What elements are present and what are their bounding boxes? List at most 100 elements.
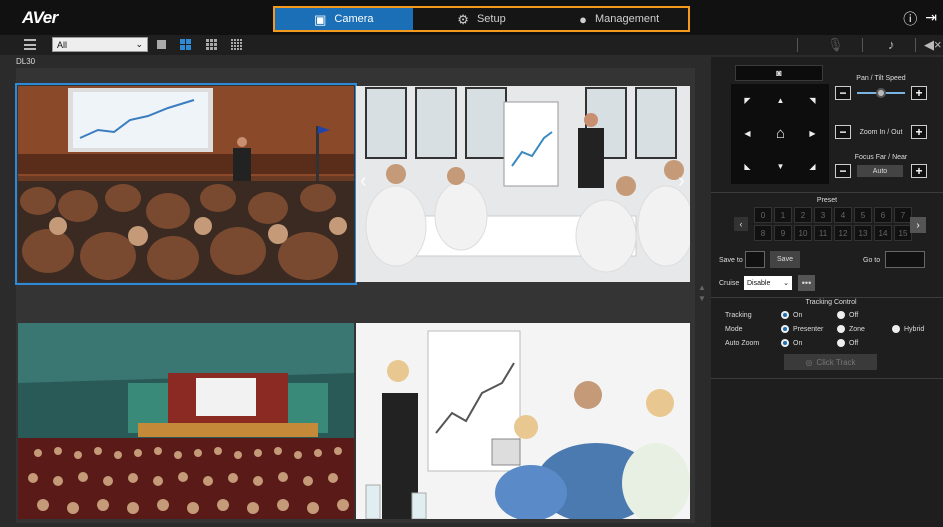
preset-prev-button[interactable]: ‹	[734, 217, 748, 231]
layout-1x1-icon[interactable]	[157, 40, 166, 49]
click-track-label: Click Track	[816, 357, 856, 367]
preset-button[interactable]: 4	[834, 207, 852, 223]
target-icon: ◎	[805, 357, 813, 367]
tracking-label: Tracking	[725, 312, 752, 319]
info-icon[interactable]: ⓘ	[903, 9, 917, 29]
preset-button[interactable]: 0	[754, 207, 772, 223]
speed-slider-handle[interactable]	[876, 88, 886, 98]
speed-decrease-button[interactable]: −	[835, 86, 851, 100]
mute-icon[interactable]: ◀×	[924, 37, 942, 53]
pan-right-button[interactable]: ▶	[796, 117, 829, 150]
scroll-arrows[interactable]: ▲ ▼	[698, 282, 706, 304]
radio-icon	[892, 325, 900, 333]
zoom-label: Zoom In / Out	[859, 129, 903, 136]
layout-4x4-icon[interactable]	[231, 39, 242, 50]
mode-hybrid-radio[interactable]: Hybrid	[892, 325, 924, 333]
radio-icon	[837, 339, 845, 347]
tab-management[interactable]: ● Management	[550, 8, 689, 30]
save-button[interactable]: Save	[770, 251, 800, 268]
auto-zoom-off-radio[interactable]: Off	[837, 339, 858, 347]
preset-button[interactable]: 13	[854, 225, 872, 241]
app-window: AVer ▣ Camera ⚙ Setup ● Management ⓘ ⇥ A…	[0, 0, 943, 527]
click-track-button[interactable]: ◎ Click Track	[784, 354, 877, 370]
divider	[862, 38, 863, 52]
more-options-button[interactable]: •••	[798, 275, 815, 291]
focus-label: Focus Far / Near	[854, 154, 908, 161]
preset-button[interactable]: 12	[834, 225, 852, 241]
pan-down-right-button[interactable]: ◢	[796, 150, 829, 183]
zoom-out-button[interactable]: −	[835, 125, 851, 139]
focus-mode-button[interactable]: Auto	[857, 165, 903, 177]
video-cell-2[interactable]: ‹ ›	[356, 86, 690, 282]
focus-far-button[interactable]: −	[835, 164, 851, 178]
user-icon: ●	[579, 11, 587, 27]
group-select[interactable]: All ⌄	[52, 37, 148, 52]
mode-label: Mode	[725, 326, 743, 333]
direction-pad: ◤ ▲ ◥ ◀ ⌂ ▶ ◣ ▼ ◢	[731, 84, 829, 184]
preset-next-button[interactable]: ›	[910, 217, 926, 233]
tilt-down-button[interactable]: ▼	[764, 150, 797, 183]
tilt-up-button[interactable]: ▲	[764, 84, 797, 117]
gear-icon: ⚙	[457, 11, 469, 27]
video-cell-4[interactable]	[356, 323, 690, 519]
preset-button[interactable]: 1	[774, 207, 792, 223]
tracking-on-radio[interactable]: On	[781, 311, 802, 319]
pan-tilt-speed-label: Pan / Tilt Speed	[856, 75, 906, 82]
radio-icon	[837, 325, 845, 333]
audio-settings-icon[interactable]: ♪	[888, 37, 895, 52]
preset-button[interactable]: 8	[754, 225, 772, 241]
layout-2x2-icon[interactable]	[180, 39, 191, 50]
tracking-off-radio[interactable]: Off	[837, 311, 858, 319]
pan-down-left-button[interactable]: ◣	[731, 150, 764, 183]
divider	[711, 378, 943, 379]
divider	[711, 192, 943, 193]
pan-up-left-button[interactable]: ◤	[731, 84, 764, 117]
layout-3x3-icon[interactable]	[206, 39, 217, 50]
auto-zoom-label: Auto Zoom	[725, 340, 760, 347]
speed-increase-button[interactable]: +	[911, 86, 927, 100]
aver-logo: AVer	[22, 8, 58, 27]
logout-icon[interactable]: ⇥	[925, 9, 937, 29]
pan-left-button[interactable]: ◀	[731, 117, 764, 150]
divider	[711, 297, 943, 298]
video-cell-1[interactable]	[15, 83, 357, 285]
pan-up-right-button[interactable]: ◥	[796, 84, 829, 117]
radio-selected-icon	[781, 339, 789, 347]
save-to-input[interactable]	[745, 251, 765, 268]
tracking-control-title: Tracking Control	[805, 299, 857, 306]
preset-button[interactable]: 6	[874, 207, 892, 223]
video-cell-3[interactable]	[18, 323, 354, 519]
focus-near-button[interactable]: +	[911, 164, 927, 178]
microphone-icon[interactable]: 🎙	[827, 37, 844, 53]
preset-button[interactable]: 9	[774, 225, 792, 241]
mode-zone-radio[interactable]: Zone	[837, 325, 865, 333]
mode-hybrid-label: Hybrid	[904, 325, 925, 333]
mode-zone-label: Zone	[849, 325, 865, 333]
auto-zoom-on-radio[interactable]: On	[781, 339, 802, 347]
previous-arrow-icon[interactable]: ‹	[360, 170, 367, 193]
preset-button[interactable]: 14	[874, 225, 892, 241]
preset-button[interactable]: 10	[794, 225, 812, 241]
cruise-select[interactable]: Disable ⌄	[744, 276, 792, 290]
preset-button[interactable]: 3	[814, 207, 832, 223]
preset-button[interactable]: 2	[794, 207, 812, 223]
video-feed-1	[18, 86, 354, 282]
zoom-in-button[interactable]: +	[911, 125, 927, 139]
preset-grid: 0 1 2 3 4 5 6 7 8 9 10 11 12 13 14 15	[754, 207, 912, 241]
home-button[interactable]: ⌂	[764, 117, 797, 150]
snapshot-button[interactable]: ◙	[735, 65, 823, 81]
mode-presenter-label: Presenter	[793, 325, 824, 333]
preset-button[interactable]: 5	[854, 207, 872, 223]
next-arrow-icon[interactable]: ›	[678, 170, 685, 193]
menu-icon[interactable]	[24, 39, 36, 50]
radio-selected-icon	[781, 311, 789, 319]
chevron-down-icon: ⌄	[135, 39, 143, 49]
go-to-input[interactable]	[885, 251, 925, 268]
tab-camera[interactable]: ▣ Camera	[275, 8, 413, 30]
tab-setup[interactable]: ⚙ Setup	[412, 8, 551, 30]
tab-management-label: Management	[595, 13, 660, 25]
preset-button[interactable]: 11	[814, 225, 832, 241]
group-select-value: All	[57, 39, 68, 50]
mode-presenter-radio[interactable]: Presenter	[781, 325, 823, 333]
camera-icon: ▣	[314, 11, 327, 27]
